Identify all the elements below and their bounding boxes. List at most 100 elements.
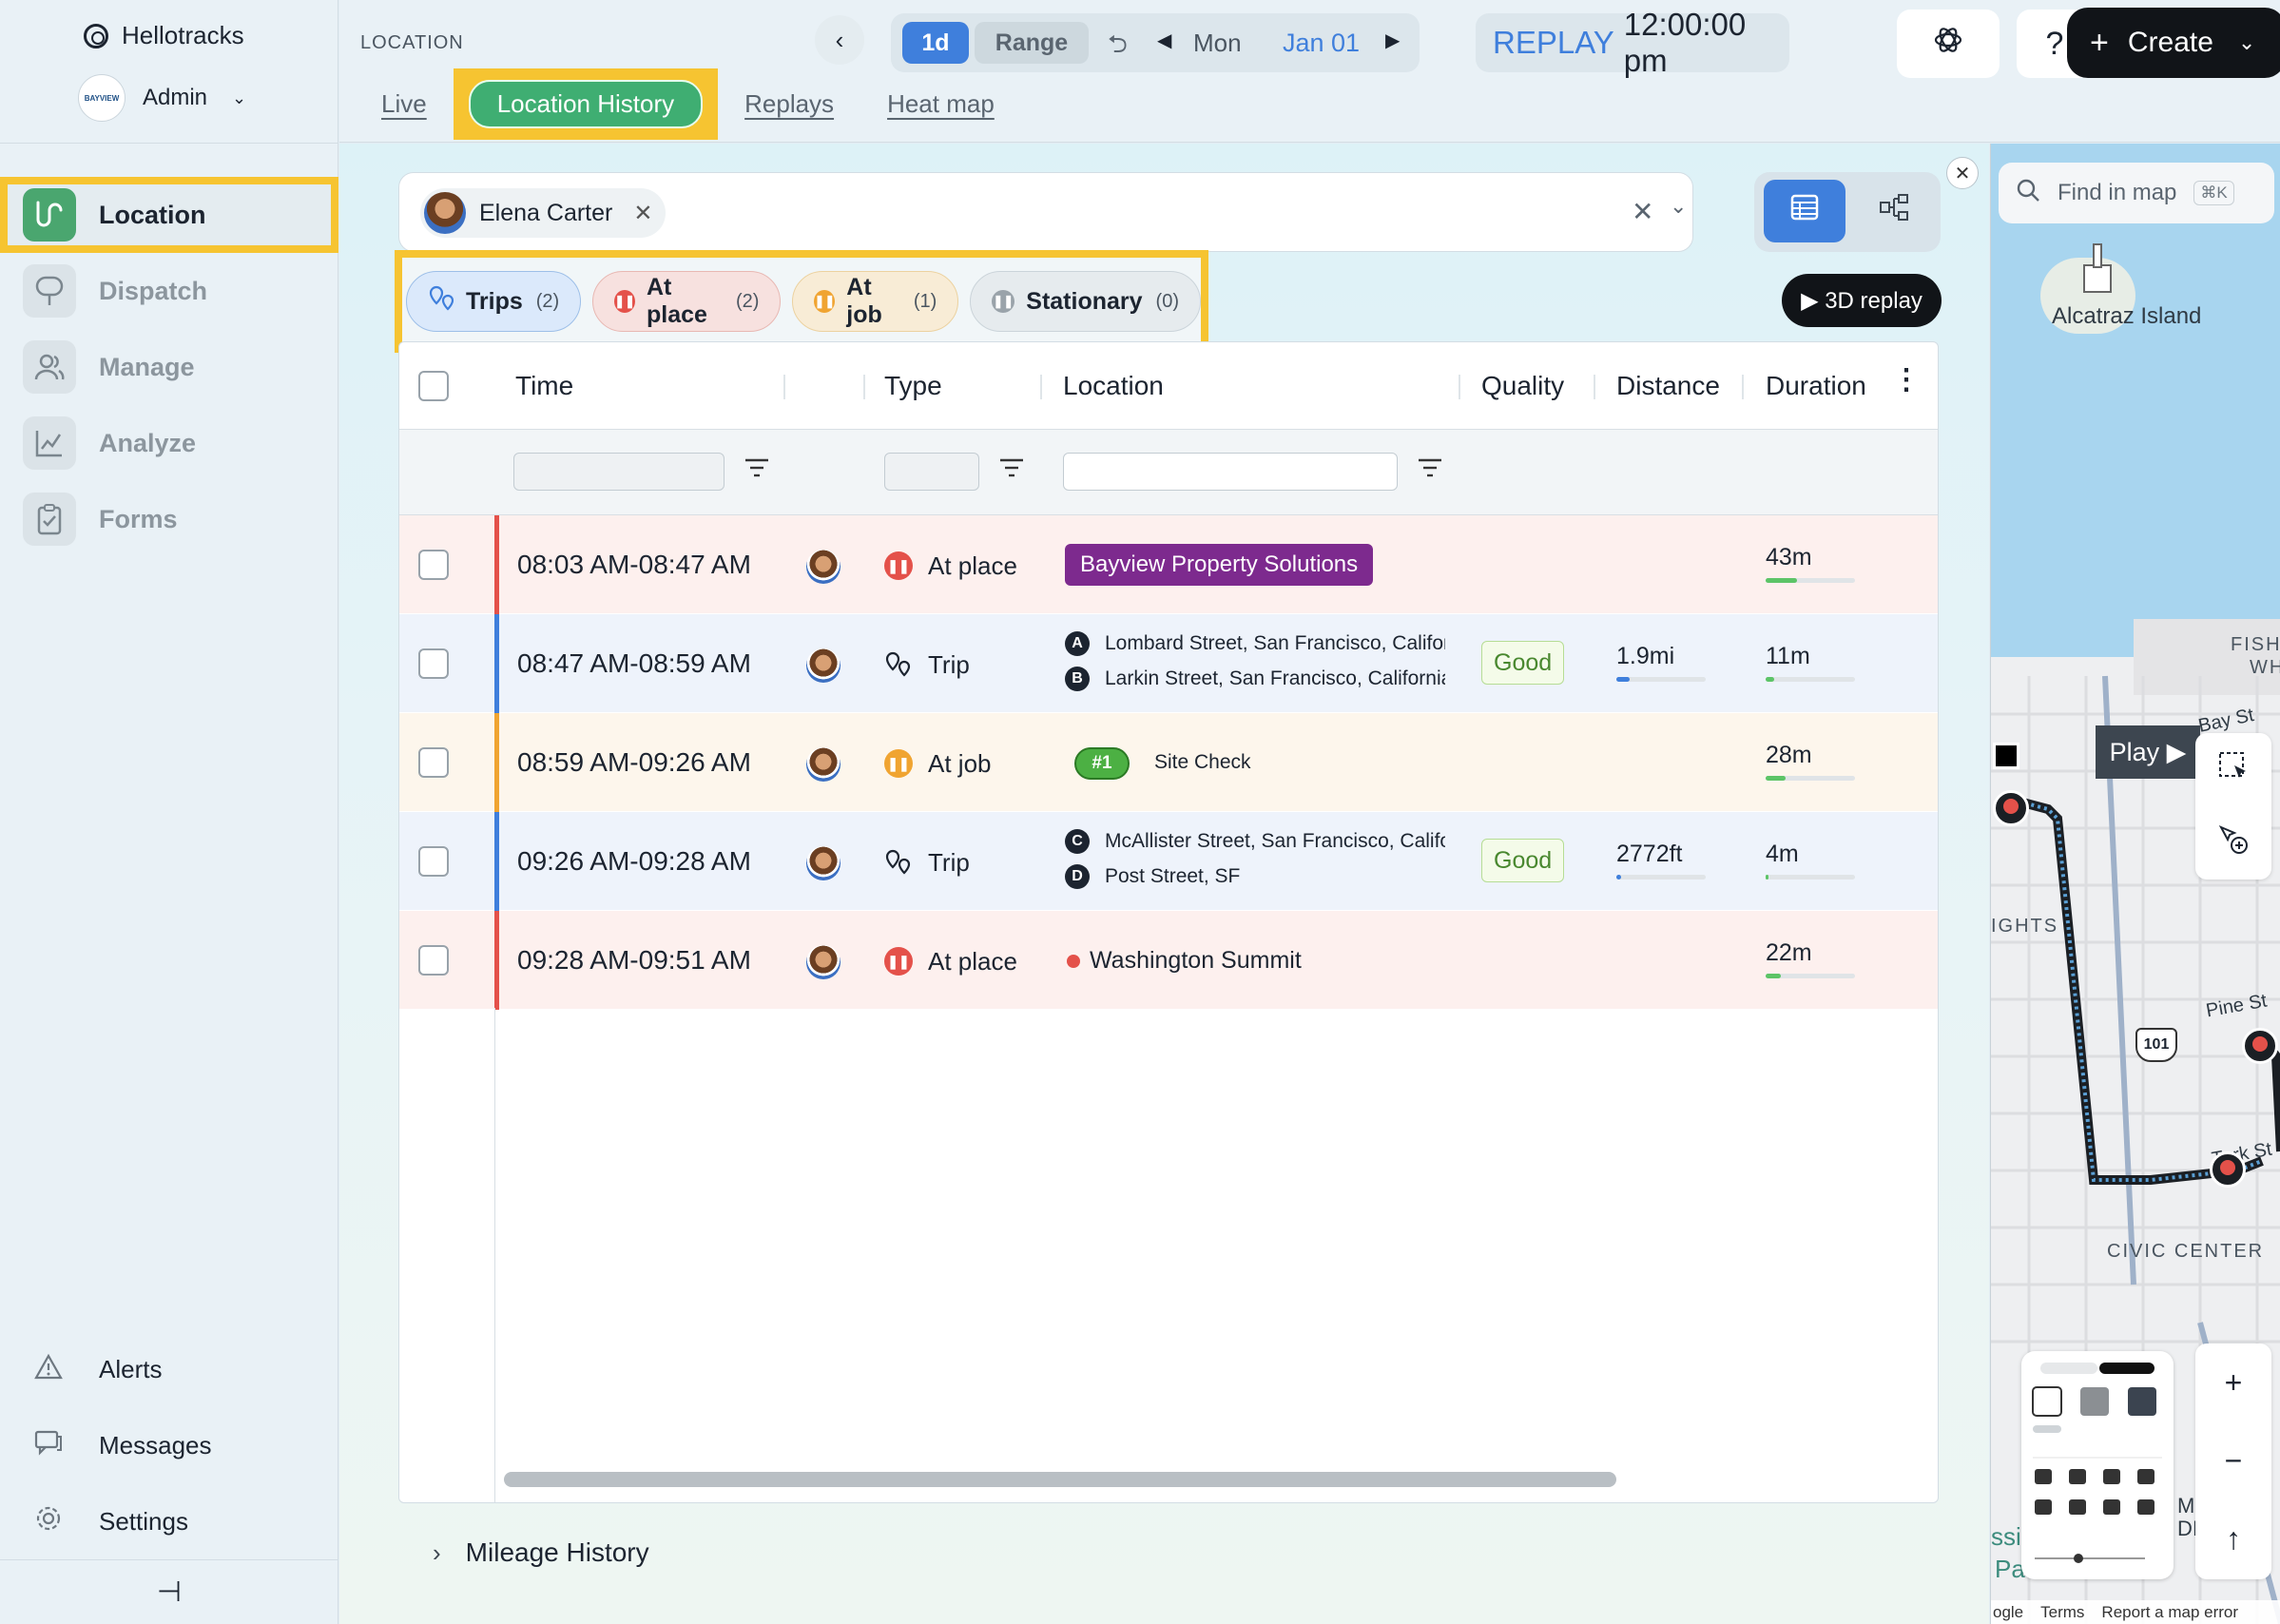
job-name: Site Check [1154, 751, 1251, 773]
map-stop-marker[interactable] [1993, 790, 2029, 826]
split-view-button[interactable] [1853, 180, 1935, 242]
column-resizer[interactable] [1742, 375, 1744, 399]
table-row[interactable]: 08:03 AM-08:47 AM ❚❚ At place Bayview Pr… [399, 515, 1938, 614]
start-flag-icon [1993, 743, 2019, 769]
topbar: LOCATION Live Location History Replays H… [339, 0, 2280, 143]
place-name[interactable]: Washington Summit [1090, 947, 1302, 975]
select-area-button[interactable] [2195, 733, 2271, 806]
place-badge[interactable]: Bayview Property Solutions [1065, 544, 1374, 586]
column-time[interactable]: Time [515, 371, 573, 401]
type-filter-highlight: Trips (2) ❚❚ At place (2) ❚❚ At job (1) … [395, 250, 1208, 353]
filter-icon[interactable] [1417, 456, 1443, 486]
tab-replays[interactable]: Replays [744, 89, 834, 119]
column-quality[interactable]: Quality [1481, 371, 1564, 401]
compass-button[interactable]: ↑ [2195, 1499, 2271, 1577]
3d-replay-button[interactable]: ▶ 3D replay [1782, 274, 1942, 327]
quality-badge: Good [1481, 641, 1565, 685]
mileage-history-toggle[interactable]: › Mileage History [433, 1537, 649, 1568]
tab-heat-map[interactable]: Heat map [887, 89, 995, 119]
close-icon: ✕ [1954, 163, 1971, 184]
stop-indicator [2003, 799, 2019, 814]
row-checkbox[interactable] [418, 648, 449, 679]
table-row[interactable]: 09:28 AM-09:51 AM ❚❚ At place Washington… [399, 911, 1938, 1010]
zoom-in-button[interactable]: + [2195, 1344, 2271, 1421]
filter-at-place[interactable]: ❚❚ At place (2) [592, 271, 782, 332]
filter-icon[interactable] [998, 456, 1025, 486]
column-resizer[interactable] [1040, 375, 1042, 399]
sidebar-item-forms[interactable]: Forms [0, 481, 338, 557]
date-back-button[interactable]: ‹ [815, 15, 864, 65]
sidebar-item-messages[interactable]: Messages [0, 1407, 338, 1483]
map-zoom-controls: + − ↑ [2195, 1344, 2271, 1579]
map-terms-link[interactable]: Terms [2040, 1603, 2084, 1622]
map-search-input[interactable]: Find in map ⌘K [1999, 163, 2274, 223]
sidebar-item-manage[interactable]: Manage [0, 329, 338, 405]
ai-assistant-button[interactable] [1897, 10, 2000, 78]
sidebar-item-location[interactable]: Location [0, 177, 338, 253]
chevron-down-icon[interactable]: ⌄ [1670, 194, 1687, 219]
sidebar-item-dispatch[interactable]: Dispatch [0, 253, 338, 329]
table-view-button[interactable] [1764, 180, 1845, 242]
account-switcher[interactable]: BAYVIEW Admin ⌄ [78, 74, 246, 122]
column-location[interactable]: Location [1063, 371, 1164, 401]
column-resizer[interactable] [1594, 375, 1595, 399]
column-resizer[interactable] [1459, 375, 1460, 399]
sidebar-item-analyze[interactable]: Analyze [0, 405, 338, 481]
duration-bar-fill [1766, 578, 1797, 583]
next-day-icon[interactable]: ▶ [1385, 29, 1400, 52]
location-filter-input[interactable] [1063, 453, 1398, 491]
time-filter-input[interactable] [513, 453, 725, 491]
column-type[interactable]: Type [884, 371, 942, 401]
table-row[interactable]: 08:59 AM-09:26 AM ❚❚ At job #1 Site Chec… [399, 713, 1938, 812]
mode-range-button[interactable]: Range [975, 22, 1089, 64]
map[interactable]: Alcatraz Island FISHE WH Bay St IGHTS Pi… [1990, 144, 2280, 1624]
type-filter-input[interactable] [884, 453, 979, 491]
create-button[interactable]: + Create ⌄ [2067, 8, 2280, 78]
table-row[interactable]: 09:26 AM-09:28 AM Trip C McAllister Stree… [399, 812, 1938, 911]
map-layers-panel[interactable] [2021, 1351, 2174, 1579]
horizontal-scrollbar[interactable] [504, 1472, 1616, 1487]
replay-time-display[interactable]: REPLAY 12:00:00 pm [1476, 7, 1789, 78]
row-duration: 4m [1766, 841, 1799, 867]
row-checkbox[interactable] [418, 945, 449, 976]
user-chip[interactable]: Elena Carter ✕ [420, 188, 667, 238]
table-row[interactable]: 08:47 AM-08:59 AM Trip A Lombard Street, … [399, 614, 1938, 713]
tab-location-history[interactable]: Location History [468, 80, 704, 128]
user-filter[interactable]: Elena Carter ✕ ✕ ⌄ [398, 172, 1693, 252]
filter-at-job[interactable]: ❚❚ At job (1) [792, 271, 959, 332]
map-stop-marker[interactable] [2210, 1151, 2246, 1188]
selected-date[interactable]: Jan 01 [1283, 29, 1360, 58]
row-checkbox[interactable] [418, 846, 449, 877]
previous-day-icon[interactable]: ◀ [1157, 29, 1171, 52]
row-checkbox[interactable] [418, 747, 449, 778]
filter-trips[interactable]: Trips (2) [406, 271, 582, 332]
brand[interactable]: Hellotracks [84, 21, 244, 50]
select-all-checkbox[interactable] [418, 371, 449, 401]
sidebar-item-alerts[interactable]: Alerts [0, 1331, 338, 1407]
sidebar-item-settings[interactable]: Settings [0, 1483, 338, 1559]
column-resizer[interactable] [863, 375, 865, 399]
map-stop-marker[interactable] [2242, 1028, 2278, 1064]
clear-filter-icon[interactable]: ✕ [1632, 196, 1653, 227]
mode-1d-button[interactable]: 1d [902, 22, 969, 64]
filter-icon[interactable] [744, 456, 770, 486]
column-duration[interactable]: Duration [1766, 371, 1866, 401]
dispatch-icon [23, 264, 76, 318]
close-panel-button[interactable]: ✕ [1946, 157, 1979, 189]
zoom-out-button[interactable]: − [2195, 1421, 2271, 1499]
row-checkbox[interactable] [418, 550, 449, 580]
more-options-icon[interactable]: ⋮ [1892, 363, 1921, 396]
map-play-button[interactable]: Play ▶ [2096, 725, 2200, 779]
return-icon[interactable]: ⮌ [1108, 27, 1128, 68]
remove-user-icon[interactable]: ✕ [633, 200, 652, 227]
location-tabs: Live Location History Replays Heat map [355, 68, 1021, 140]
tab-live[interactable]: Live [381, 89, 427, 119]
filter-stationary[interactable]: ❚❚ Stationary (0) [970, 271, 1201, 332]
map-report-error-link[interactable]: Report a map error [2101, 1603, 2238, 1622]
sidebar-item-label: Location [99, 200, 206, 229]
column-distance[interactable]: Distance [1616, 371, 1720, 401]
pin-sidebar-button[interactable]: ⊣ [0, 1559, 338, 1624]
job-number-badge[interactable]: #1 [1074, 747, 1130, 780]
column-resizer[interactable] [783, 375, 785, 399]
add-point-button[interactable] [2195, 806, 2271, 880]
